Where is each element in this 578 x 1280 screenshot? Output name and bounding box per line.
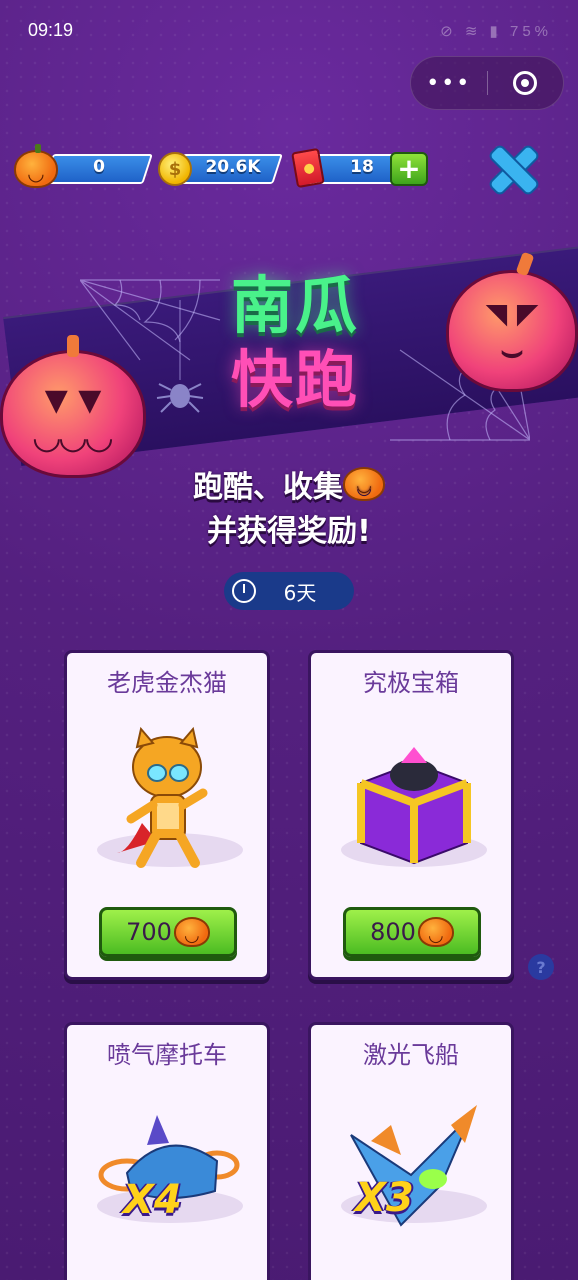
- miniprogram-capsule: •••: [410, 56, 564, 110]
- timer-text: 6天: [283, 580, 317, 605]
- card-title: 激光飞船: [363, 1041, 459, 1069]
- subtitle-line1: 跑酷、收集: [0, 462, 578, 506]
- pumpkin-icon: [14, 144, 58, 188]
- target-icon: [513, 71, 538, 95]
- pumpkin-icon: [343, 467, 385, 501]
- coin-counter: 20.6K $: [158, 148, 283, 188]
- add-envelope-button[interactable]: +: [390, 152, 428, 186]
- close-icon[interactable]: [484, 140, 544, 200]
- red-envelope-icon: [291, 147, 325, 189]
- pumpkin-icon: [173, 917, 210, 947]
- multiplier-badge: X4: [123, 1177, 182, 1223]
- event-banner: ▼ ▼ ◡◡◡ ◥ ◤ ⌣ 南瓜 快跑: [0, 240, 578, 480]
- reward-card-tiger-cat[interactable]: 老虎金杰猫 700: [64, 650, 270, 980]
- status-icons: ⊘ ≋ ▮ 75%: [440, 23, 552, 40]
- event-title: 南瓜 快跑: [200, 270, 390, 416]
- subtitle-line1-text: 跑酷、收集: [193, 470, 343, 505]
- buy-ultimate-chest-button[interactable]: 800: [343, 907, 481, 957]
- envelope-counter: 18 +: [291, 147, 432, 189]
- coin-count: 20.6K: [205, 157, 261, 177]
- price-text: 800: [370, 918, 416, 946]
- event-timer: 6天: [224, 572, 354, 610]
- clock-icon: [232, 579, 256, 603]
- pumpkin-counter: 0: [14, 144, 154, 188]
- pumpkin-left-icon: ▼ ▼ ◡◡◡: [0, 335, 146, 478]
- pumpkin-icon: [417, 917, 454, 947]
- reward-card-jet-motorcycle[interactable]: 喷气摩托车 X4: [64, 1022, 270, 1280]
- buy-tiger-cat-button[interactable]: 700: [99, 907, 237, 957]
- help-icon[interactable]: ?: [528, 954, 554, 980]
- spider-icon: [156, 300, 204, 413]
- pumpkin-right-icon: ◥ ◤ ⌣: [446, 251, 578, 392]
- more-options-button[interactable]: •••: [411, 71, 487, 96]
- treasure-chest-icon: [357, 747, 471, 865]
- card-title: 老虎金杰猫: [107, 669, 227, 697]
- event-title-line2: 快跑: [230, 343, 359, 416]
- reward-card-laser-spaceship[interactable]: 激光飞船 X3: [308, 1022, 514, 1280]
- coin-icon: $: [158, 152, 192, 186]
- pumpkin-count: 0: [93, 157, 105, 177]
- status-bar: 09:19 ⊘ ≋ ▮ 75%: [0, 0, 578, 60]
- event-title-line1: 南瓜: [230, 269, 359, 342]
- laser-spaceship-icon: [350, 1105, 477, 1227]
- tiger-cat-character-icon: [117, 726, 208, 868]
- multiplier-badge: X3: [355, 1175, 414, 1221]
- status-time: 09:19: [28, 20, 74, 40]
- card-title: 喷气摩托车: [107, 1041, 227, 1069]
- price-text: 700: [126, 918, 172, 946]
- card-title: 究极宝箱: [363, 669, 459, 697]
- subtitle-line2: 并获得奖励!: [207, 514, 371, 549]
- reward-card-ultimate-chest[interactable]: 究极宝箱 800: [308, 650, 514, 980]
- close-miniprogram-button[interactable]: [488, 71, 564, 95]
